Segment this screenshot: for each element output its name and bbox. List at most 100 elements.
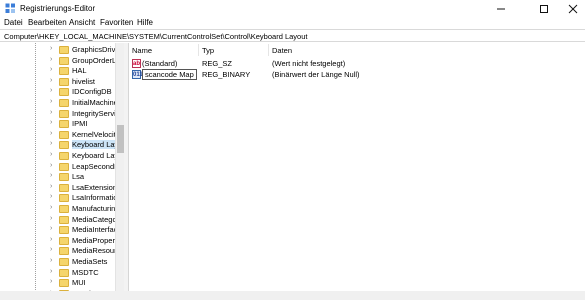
- chevron-right-icon[interactable]: ›: [50, 98, 52, 105]
- chevron-right-icon[interactable]: ›: [50, 278, 52, 285]
- tree-item[interactable]: › MediaInterfaces: [0, 225, 116, 236]
- chevron-right-icon[interactable]: ›: [50, 45, 52, 52]
- chevron-right-icon[interactable]: ›: [50, 268, 52, 275]
- string-value-icon: ab: [132, 59, 141, 68]
- value-name-edit-field[interactable]: scancode Map: [142, 69, 197, 80]
- chevron-right-icon[interactable]: ›: [50, 77, 52, 84]
- chevron-right-icon[interactable]: ›: [50, 225, 52, 232]
- tree-item-label: LsaInformation: [72, 193, 116, 203]
- folder-icon: [59, 173, 69, 182]
- chevron-right-icon[interactable]: ›: [50, 130, 52, 137]
- tree-scrollbar-thumb[interactable]: [117, 125, 124, 153]
- tree-item[interactable]: › LsaExtensionConfig: [0, 183, 116, 194]
- tree-item[interactable]: › MUI: [0, 278, 115, 289]
- tree-item-label: MediaInterfaces: [72, 225, 116, 235]
- chevron-right-icon[interactable]: ›: [50, 236, 52, 243]
- tree-item-label: MediaProperties: [72, 235, 116, 245]
- value-row[interactable]: 011 scancode Map REG_BINARY (Binärwert d…: [129, 69, 585, 80]
- chevron-right-icon[interactable]: ›: [50, 215, 52, 222]
- folder-icon: [59, 67, 69, 76]
- tree-item[interactable]: › Keyboard Layouts: [0, 151, 116, 162]
- folder-icon: [59, 99, 69, 107]
- chevron-right-icon[interactable]: ›: [50, 140, 52, 147]
- chevron-right-icon[interactable]: ›: [50, 109, 52, 116]
- folder-icon: [59, 141, 69, 150]
- tree-item-label: InitialMachineConfig: [72, 98, 116, 107]
- tree-item-label: IPMI: [72, 119, 88, 129]
- tree-item[interactable]: › MediaCategories: [0, 214, 116, 226]
- chevron-right-icon[interactable]: ›: [50, 87, 52, 94]
- menu-favoriten[interactable]: Favoriten: [100, 18, 133, 27]
- value-name: (Standard): [142, 59, 178, 68]
- chevron-right-icon[interactable]: ›: [50, 162, 52, 169]
- tree-item[interactable]: › MSDTC: [0, 268, 115, 279]
- chevron-right-icon[interactable]: ›: [50, 204, 52, 211]
- folder-icon: [59, 183, 69, 192]
- tree-scrollbar[interactable]: [115, 43, 124, 300]
- chevron-right-icon[interactable]: ›: [50, 151, 52, 158]
- menu-bearbeiten[interactable]: Bearbeiten: [28, 18, 67, 27]
- tree-item[interactable]: › IPMI: [0, 119, 115, 130]
- tree-item-label: IntegrityServices: [72, 108, 116, 118]
- column-header-name[interactable]: Name: [129, 44, 199, 56]
- menu-ansicht[interactable]: Ansicht: [69, 18, 95, 27]
- chevron-right-icon[interactable]: ›: [50, 257, 52, 264]
- tree-item[interactable]: › MediaResources: [0, 246, 116, 257]
- chevron-right-icon[interactable]: ›: [50, 193, 52, 200]
- regedit-icon: [5, 3, 15, 13]
- tree-item-label: KernelVelocity: [72, 129, 116, 139]
- chevron-right-icon[interactable]: ›: [50, 246, 52, 253]
- values-list: Name Typ Daten ab (Standard) REG_SZ (Wer…: [129, 43, 585, 300]
- tree-item[interactable]: › HAL: [0, 66, 115, 77]
- tree-item[interactable]: › MediaSets: [0, 257, 115, 268]
- chevron-right-icon[interactable]: ›: [50, 172, 52, 179]
- minimize-button[interactable]: [484, 0, 518, 17]
- title-bar: Registrierungs-Editor: [0, 0, 585, 17]
- folder-icon: [59, 120, 69, 129]
- tree-item[interactable]: › GroupOrderList: [0, 56, 116, 67]
- address-path[interactable]: Computer\HKEY_LOCAL_MACHINE\SYSTEM\Curre…: [4, 32, 307, 41]
- folder-icon: [59, 194, 69, 203]
- folder-icon: [59, 56, 69, 65]
- chevron-right-icon[interactable]: ›: [50, 66, 52, 73]
- tree-item[interactable]: › LeapSecondInformation: [0, 162, 116, 173]
- chevron-right-icon[interactable]: ›: [50, 56, 52, 63]
- chevron-right-icon[interactable]: ›: [50, 119, 52, 126]
- tree-item[interactable]: › IDConfigDB: [0, 87, 115, 98]
- column-header-type[interactable]: Typ: [199, 44, 269, 56]
- close-icon: [568, 4, 578, 13]
- menu-hilfe[interactable]: Hilfe: [137, 18, 153, 27]
- value-type: REG_SZ: [202, 59, 233, 68]
- chevron-right-icon[interactable]: ›: [50, 183, 52, 190]
- folder-icon: [59, 162, 69, 171]
- tree-item[interactable]: › GraphicsDrivers: [0, 45, 116, 56]
- tree-item-label: HAL: [72, 66, 87, 76]
- tree-item[interactable]: › MediaProperties: [0, 235, 116, 247]
- tree-item-label: MediaResources: [72, 246, 116, 256]
- tree-item[interactable]: › hivelist: [0, 77, 115, 88]
- value-row[interactable]: ab (Standard) REG_SZ (Wert nicht festgel…: [129, 58, 585, 69]
- tree-item-label: ManufacturingMode: [72, 204, 116, 213]
- tree-item[interactable]: › LsaInformation: [0, 193, 116, 204]
- folder-icon: [59, 77, 69, 86]
- tree-item[interactable]: › KernelVelocity: [0, 129, 116, 141]
- tree-item-label: MUI: [72, 278, 86, 288]
- tree-item-label: MediaCategories: [72, 214, 116, 224]
- address-bar[interactable]: Computer\HKEY_LOCAL_MACHINE\SYSTEM\Curre…: [0, 29, 585, 42]
- menu-datei[interactable]: Datei: [4, 18, 23, 27]
- tree-item[interactable]: › Keyboard Layout: [0, 140, 116, 151]
- maximize-icon: [540, 4, 548, 13]
- tree-item[interactable]: › InitialMachineConfig: [0, 98, 116, 109]
- folder-icon: [59, 88, 69, 97]
- folder-icon: [59, 109, 69, 118]
- tree-item[interactable]: › ManufacturingMode: [0, 204, 116, 215]
- tree-item[interactable]: › IntegrityServices: [0, 108, 116, 120]
- folder-icon: [59, 279, 69, 288]
- status-bar: [0, 291, 585, 300]
- folder-icon: [59, 205, 69, 213]
- close-button[interactable]: [556, 0, 585, 17]
- folder-icon: [59, 236, 69, 245]
- tree-item[interactable]: › Lsa: [0, 172, 115, 183]
- tree-item-label: GraphicsDrivers: [72, 45, 116, 54]
- column-header-data[interactable]: Daten: [269, 44, 419, 56]
